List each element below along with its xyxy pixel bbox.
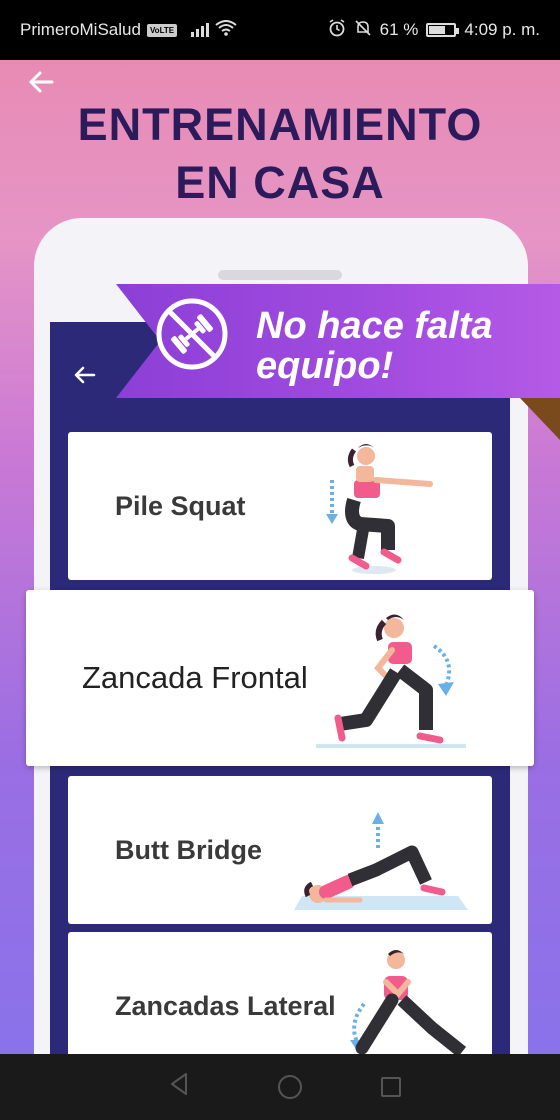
exercise-label: Pile Squat <box>115 490 246 521</box>
banner-line-1: No hace falta <box>256 305 493 347</box>
lunge-figure-icon <box>316 614 466 748</box>
banner-line-2: equipo! <box>256 345 394 387</box>
carrier-group: PrimeroMiSalud VoLTE <box>20 20 178 40</box>
side-lunge-figure-icon <box>350 950 467 1054</box>
no-dumbbell-icon <box>154 296 230 372</box>
volte-badge: VoLTE <box>146 23 178 37</box>
status-right: 61 % 4:09 p. m. <box>328 18 540 42</box>
squat-figure-icon <box>326 444 433 574</box>
mute-bell-icon <box>354 19 372 42</box>
exercise-card-pile-squat[interactable]: Pile Squat <box>68 432 492 580</box>
app-screen: ENTRENAMIENTO EN CASA No hace falta equi… <box>0 60 560 1054</box>
wifi-icon <box>215 19 237 41</box>
alarm-icon <box>328 18 346 42</box>
carrier-name: PrimeroMiSalud <box>20 20 141 39</box>
title-line-2: EN CASA <box>175 157 385 208</box>
signal-icon <box>191 23 210 37</box>
exercise-card-zancadas-lateral[interactable]: Zancadas Lateral <box>68 932 492 1054</box>
exercise-label: Butt Bridge <box>115 834 262 865</box>
nav-back-icon[interactable] <box>159 1072 199 1103</box>
screen-back-arrow-icon <box>72 362 98 393</box>
clock: 4:09 p. m. <box>464 20 540 39</box>
page-title: ENTRENAMIENTO EN CASA <box>0 96 560 212</box>
system-nav-bar <box>0 1054 560 1120</box>
nav-home-icon[interactable] <box>277 1075 302 1099</box>
battery-percent: 61 % <box>379 20 419 39</box>
exercise-label: Zancada Frontal <box>82 660 308 695</box>
battery-icon <box>426 23 460 37</box>
exercise-card-butt-bridge[interactable]: Butt Bridge <box>68 776 492 924</box>
exercise-card-zancada-frontal[interactable]: Zancada Frontal <box>26 590 534 766</box>
bridge-figure-icon <box>294 812 468 910</box>
exercise-label: Zancadas Lateral <box>115 990 336 1021</box>
status-bar: PrimeroMiSalud VoLTE 61 % 4:09 p. m. <box>0 0 560 60</box>
phone-speaker <box>218 270 342 280</box>
title-line-1: ENTRENAMIENTO <box>77 99 483 150</box>
banner-text: No hace falta equipo! <box>256 306 493 386</box>
nav-recents-icon[interactable] <box>380 1077 401 1097</box>
